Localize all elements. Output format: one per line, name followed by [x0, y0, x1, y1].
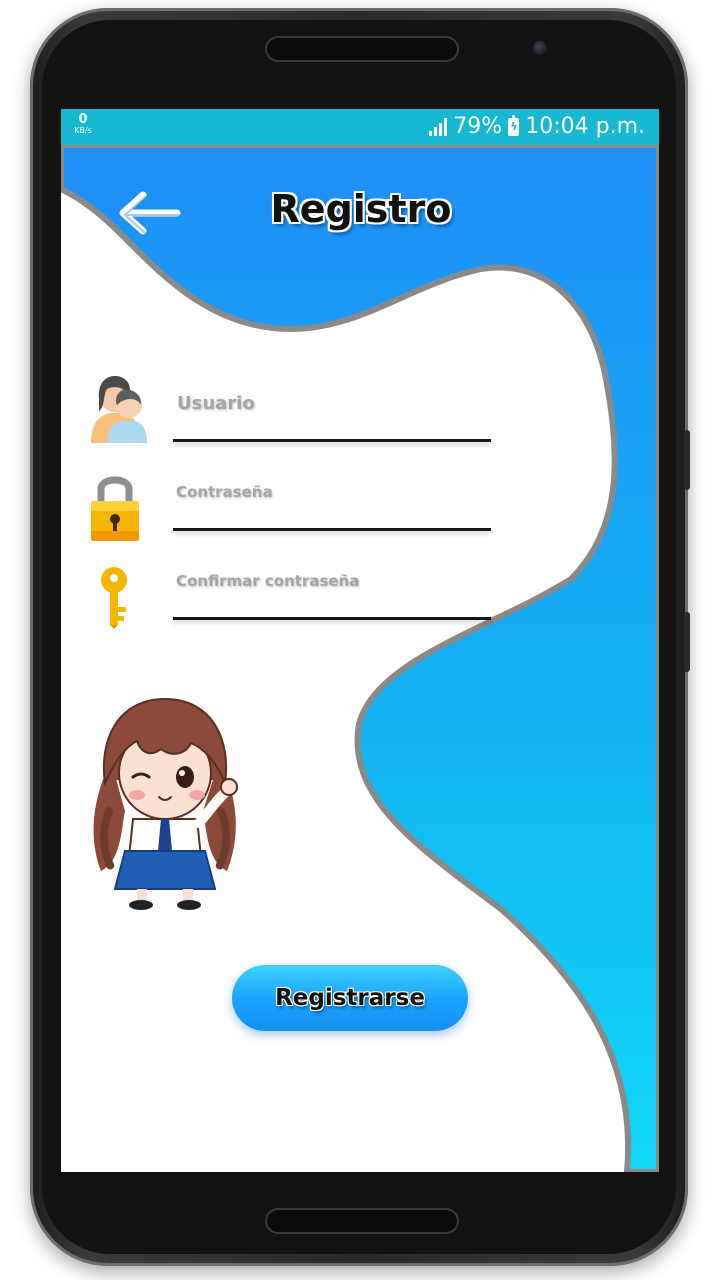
arrow-left-icon[interactable]: [119, 189, 183, 237]
battery-charging-icon: ϟ: [508, 115, 520, 136]
power-button: [684, 612, 690, 672]
contrasena-label: Contraseña: [176, 483, 273, 501]
net-speed-value: 0: [78, 112, 88, 127]
confirmar-underline: [173, 617, 491, 620]
chibi-girl-illustration: [90, 696, 239, 910]
usuario-field[interactable]: Usuario: [173, 393, 491, 442]
users-icon: [91, 375, 147, 443]
confirmar-field[interactable]: Confirmar contraseña: [173, 572, 491, 620]
padlock-icon: [91, 476, 139, 541]
volume-button: [684, 430, 690, 490]
page-title: Registro: [270, 187, 452, 231]
net-speed: 0 KB/s: [69, 113, 97, 135]
net-speed-unit: KB/s: [74, 126, 92, 135]
front-camera: [533, 41, 547, 55]
usuario-label: Usuario: [177, 393, 255, 414]
contrasena-underline: [173, 528, 491, 531]
signal-icon: [429, 118, 448, 136]
clock: 10:04 p.m.: [525, 114, 645, 139]
key-icon: [101, 567, 127, 629]
usuario-underline: [173, 439, 491, 442]
earpiece-speaker: [267, 38, 457, 60]
status-right: 79% ϟ 10:04 p.m.: [429, 114, 645, 140]
app-screen: 0 KB/s 79% ϟ 10:04 p.m. Registro Usuario: [61, 109, 659, 1172]
bottom-speaker: [267, 1210, 457, 1232]
status-bar: 0 KB/s 79% ϟ 10:04 p.m.: [61, 109, 659, 145]
contrasena-field[interactable]: Contraseña: [173, 483, 491, 531]
confirmar-label: Confirmar contraseña: [176, 572, 360, 590]
register-button[interactable]: Registrarse: [232, 965, 468, 1031]
battery-percent: 79%: [453, 114, 503, 139]
